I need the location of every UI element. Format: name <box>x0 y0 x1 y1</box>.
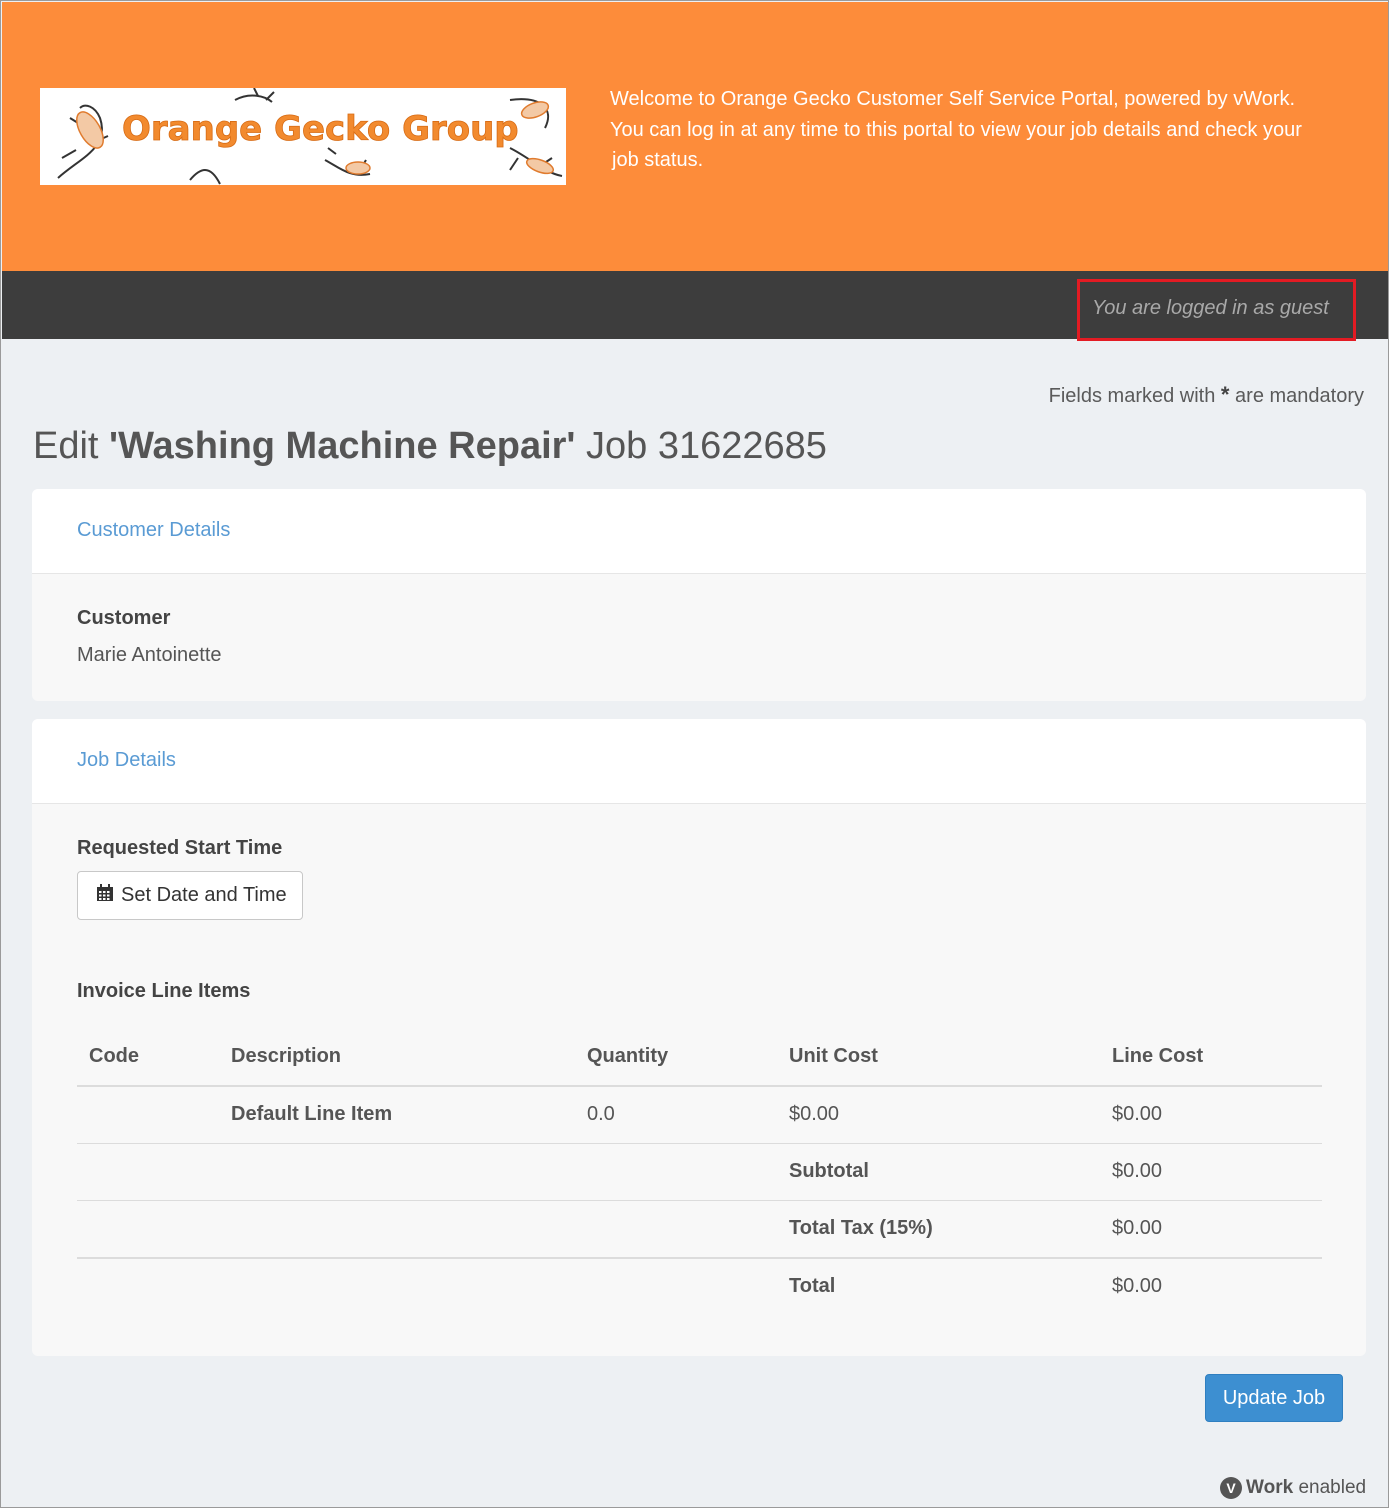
customer-details-heading[interactable]: Customer Details <box>77 519 230 542</box>
total-row: Total $0.00 <box>77 1259 1322 1315</box>
mandatory-prefix: Fields marked with <box>1048 385 1216 407</box>
mandatory-fields-note: Fields marked with * are mandatory <box>1049 382 1364 408</box>
line-item-description: Default Line Item <box>231 1103 393 1125</box>
tax-row: Total Tax (15%) $0.00 <box>77 1201 1322 1257</box>
vwork-logo-icon: V <box>1220 1477 1242 1499</box>
column-header-unit-cost: Unit Cost <box>789 1045 878 1067</box>
logo-text: Orange Gecko Group <box>122 109 519 149</box>
column-header-quantity: Quantity <box>587 1045 669 1067</box>
page-frame: Orange Gecko Group Welcome to Orange Gec… <box>0 0 1389 1508</box>
welcome-message: Welcome to Orange Gecko Customer Self Se… <box>610 84 1350 176</box>
customer-details-header: Customer Details <box>32 489 1366 574</box>
invoice-line-items-table: Code Description Quantity Unit Cost Line… <box>77 1029 1322 1315</box>
set-date-time-button[interactable]: Set Date and Time <box>77 871 303 920</box>
calendar-icon <box>96 883 114 908</box>
login-status-highlight: You are logged in as guest <box>1077 279 1356 341</box>
line-item-unit-cost: $0.00 <box>789 1103 840 1125</box>
vwork-enabled-badge: V Work enabled <box>1220 1476 1366 1500</box>
line-item-quantity: 0.0 <box>587 1103 615 1125</box>
brand-bold: Work <box>1246 1477 1294 1498</box>
customer-value: Marie Antoinette <box>77 644 222 666</box>
tax-label: Total Tax (15%) <box>789 1217 933 1239</box>
welcome-line-3: job status. <box>612 149 704 171</box>
title-job-name: 'Washing Machine Repair' <box>109 425 576 467</box>
welcome-line-1: Welcome to Orange Gecko Customer Self Se… <box>610 88 1296 110</box>
column-header-description: Description <box>231 1045 342 1067</box>
column-header-code: Code <box>89 1045 139 1067</box>
total-value: $0.00 <box>1112 1275 1163 1297</box>
subtotal-row: Subtotal $0.00 <box>77 1144 1322 1200</box>
brand-rest: enabled <box>1293 1477 1367 1498</box>
top-nav-bar: You are logged in as guest <box>2 271 1388 341</box>
title-job-label: Job 31622685 <box>586 425 827 467</box>
line-item-line-cost: $0.00 <box>1112 1103 1163 1125</box>
vwork-enabled-text: Work enabled <box>1246 1477 1366 1499</box>
login-status-text: You are logged in as guest <box>1092 297 1329 319</box>
page-title: Edit 'Washing Machine Repair' Job 316226… <box>33 425 827 468</box>
mandatory-suffix: are mandatory <box>1235 385 1364 407</box>
job-details-header: Job Details <box>32 719 1366 804</box>
portal-header: Orange Gecko Group Welcome to Orange Gec… <box>2 2 1388 271</box>
job-details-heading[interactable]: Job Details <box>77 749 176 772</box>
subtotal-label: Subtotal <box>789 1160 869 1182</box>
mandatory-star: * <box>1220 382 1230 407</box>
subtotal-value: $0.00 <box>1112 1160 1163 1182</box>
table-row: Default Line Item 0.0 $0.00 $0.00 <box>77 1087 1322 1143</box>
job-details-panel: Job Details Requested Start Time Set Dat… <box>32 719 1366 1356</box>
table-header-row: Code Description Quantity Unit Cost Line… <box>77 1029 1322 1085</box>
company-logo: Orange Gecko Group <box>40 88 566 185</box>
update-job-button[interactable]: Update Job <box>1205 1374 1343 1422</box>
tax-value: $0.00 <box>1112 1217 1163 1239</box>
customer-details-panel: Customer Details Customer Marie Antoinet… <box>32 489 1366 701</box>
invoice-line-items-label: Invoice Line Items <box>77 980 251 1002</box>
gecko-logo-graphic: Orange Gecko Group <box>57 88 563 185</box>
welcome-line-2: You can log in at any time to this porta… <box>610 118 1302 141</box>
column-header-line-cost: Line Cost <box>1112 1045 1204 1067</box>
total-label: Total <box>789 1275 836 1297</box>
set-date-time-label: Set Date and Time <box>121 884 287 906</box>
customer-label: Customer <box>77 607 171 629</box>
requested-start-time-label: Requested Start Time <box>77 837 283 859</box>
title-prefix: Edit <box>33 425 99 467</box>
